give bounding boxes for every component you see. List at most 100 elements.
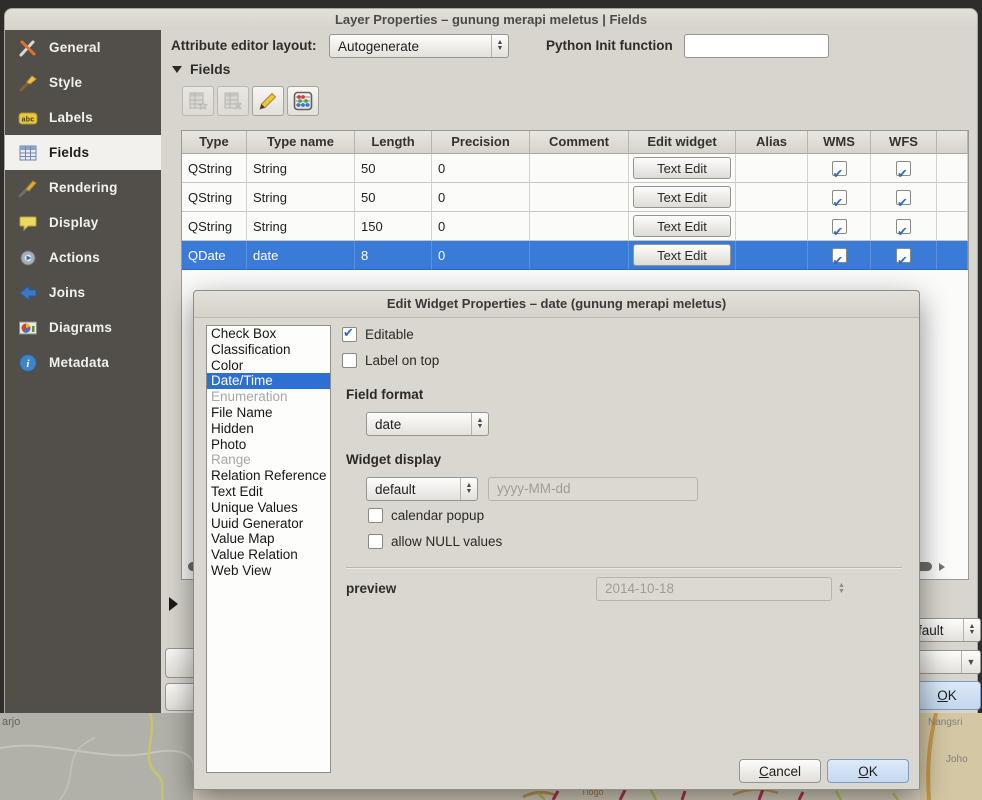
dialog-title: Edit Widget Properties – date (gunung me… <box>387 296 726 311</box>
sidebar-item-diagrams[interactable]: Diagrams <box>5 310 161 345</box>
preview-spinner-arrows-icon: ▲▼ <box>838 578 845 600</box>
widget-type-item[interactable]: Value Map <box>207 531 330 547</box>
widget-type-item[interactable]: Uuid Generator <box>207 516 330 532</box>
cell-length: 50 <box>355 154 432 183</box>
table-row[interactable]: QString String 150 0 Text Edit <box>182 212 968 241</box>
new-column-icon <box>187 90 209 112</box>
sidebar-item-fields[interactable]: Fields <box>5 135 161 170</box>
widget-type-item[interactable]: Check Box <box>207 326 330 342</box>
allow-null-checkbox[interactable] <box>368 534 383 549</box>
sidebar-item-style[interactable]: Style <box>5 65 161 100</box>
edit-widget-button[interactable]: Text Edit <box>633 215 731 237</box>
field-calculator-button[interactable] <box>287 86 319 116</box>
cell-length: 150 <box>355 212 432 241</box>
allow-null-checkbox-row[interactable]: allow NULL values <box>368 534 502 549</box>
map-place-label: arjo <box>2 716 20 728</box>
widget-type-item[interactable]: Classification <box>207 342 330 358</box>
widget-type-item[interactable]: Color <box>207 358 330 374</box>
table-row-selected[interactable]: QDate date 8 0 Text Edit <box>182 241 968 270</box>
sidebar-item-actions[interactable]: Actions <box>5 240 161 275</box>
cell-precision: 0 <box>432 241 530 270</box>
delete-column-button[interactable] <box>217 86 249 116</box>
cell-precision: 0 <box>432 183 530 212</box>
cell-type-name: String <box>247 212 355 241</box>
dialog-titlebar[interactable]: Edit Widget Properties – date (gunung me… <box>194 291 919 318</box>
wfs-checkbox[interactable] <box>896 248 911 263</box>
wms-checkbox[interactable] <box>832 190 847 205</box>
fields-collapse-arrow-icon[interactable] <box>172 66 182 73</box>
window-ok-button[interactable]: OK <box>913 681 981 710</box>
column-header[interactable]: Alias <box>736 131 808 154</box>
diagram-icon <box>18 318 38 338</box>
widget-type-item[interactable]: Relation Reference <box>207 468 330 484</box>
column-header[interactable]: Edit widget <box>629 131 736 154</box>
widget-type-item-selected[interactable]: Date/Time <box>207 373 330 389</box>
widget-display-combo[interactable]: default ▲▼ <box>366 477 478 501</box>
sidebar-item-metadata[interactable]: i Metadata <box>5 345 161 380</box>
editable-checkbox[interactable] <box>342 327 357 342</box>
cell-comment <box>530 183 629 212</box>
column-header[interactable]: WFS <box>871 131 937 154</box>
attribute-editor-layout-label: Attribute editor layout: <box>171 38 317 53</box>
python-init-input[interactable] <box>684 34 829 58</box>
widget-type-item[interactable]: Text Edit <box>207 484 330 500</box>
editable-checkbox-row[interactable]: Editable <box>342 327 414 342</box>
column-header[interactable]: WMS <box>808 131 871 154</box>
sidebar-item-rendering[interactable]: Rendering <box>5 170 161 205</box>
wms-checkbox[interactable] <box>832 248 847 263</box>
widget-type-item[interactable]: Hidden <box>207 421 330 437</box>
table-row[interactable]: QString String 50 0 Text Edit <box>182 183 968 212</box>
widget-type-item[interactable]: Web View <box>207 563 330 579</box>
attribute-editor-layout-combo[interactable]: Autogenerate ▲▼ <box>329 34 509 58</box>
widget-type-list[interactable]: Check Box Classification Color Date/Time… <box>206 325 331 773</box>
cell-alias <box>736 154 808 183</box>
sidebar-item-general[interactable]: General <box>5 30 161 65</box>
widget-type-item[interactable]: File Name <box>207 405 330 421</box>
sidebar-item-label: Joins <box>49 285 85 300</box>
widget-type-item[interactable]: Unique Values <box>207 500 330 516</box>
calendar-popup-checkbox-row[interactable]: calendar popup <box>368 508 484 523</box>
widget-type-item-disabled: Enumeration <box>207 389 330 405</box>
wfs-checkbox[interactable] <box>896 219 911 234</box>
ok-button[interactable]: OK <box>827 759 909 783</box>
column-header[interactable]: Comment <box>530 131 629 154</box>
window-titlebar[interactable]: Layer Properties – gunung merapi meletus… <box>4 8 978 31</box>
group-collapse-arrow-icon[interactable] <box>169 597 178 611</box>
wms-checkbox[interactable] <box>832 219 847 234</box>
partial-combo[interactable]: fault ▲▼ <box>913 618 981 642</box>
map-roads-left <box>0 713 193 800</box>
table-row[interactable]: QString String 50 0 Text Edit <box>182 154 968 183</box>
wfs-checkbox[interactable] <box>896 190 911 205</box>
edit-widget-properties-dialog: Edit Widget Properties – date (gunung me… <box>193 290 920 790</box>
column-header[interactable]: Type <box>182 131 247 154</box>
column-header[interactable]: Length <box>355 131 432 154</box>
partial-dropdown[interactable]: ▼ <box>913 650 981 674</box>
wfs-checkbox[interactable] <box>896 161 911 176</box>
field-format-combo[interactable]: date ▲▼ <box>366 412 489 436</box>
column-header[interactable]: Precision <box>432 131 530 154</box>
widget-type-item[interactable]: Photo <box>207 437 330 453</box>
map-region-right: Nangsri Joho <box>920 713 982 800</box>
wms-checkbox[interactable] <box>832 161 847 176</box>
sidebar-item-joins[interactable]: Joins <box>5 275 161 310</box>
edit-widget-button[interactable]: Text Edit <box>633 186 731 208</box>
cell-type: QString <box>182 183 247 212</box>
edit-widget-button[interactable]: Text Edit <box>633 157 731 179</box>
sidebar-item-display[interactable]: Display <box>5 205 161 240</box>
cell-alias <box>736 241 808 270</box>
cancel-button[interactable]: Cancel <box>739 759 821 783</box>
python-init-label: Python Init function <box>546 38 673 53</box>
scrollbar-arrow-icon[interactable] <box>939 563 945 571</box>
abacus-icon <box>292 90 314 112</box>
toggle-editing-button[interactable] <box>252 86 284 116</box>
edit-widget-button[interactable]: Text Edit <box>633 244 731 266</box>
label-on-top-checkbox[interactable] <box>342 353 357 368</box>
calendar-popup-checkbox[interactable] <box>368 508 383 523</box>
cell-length: 8 <box>355 241 432 270</box>
sidebar-item-labels[interactable]: abc Labels <box>5 100 161 135</box>
table-header-row: Type Type name Length Precision Comment … <box>182 131 968 154</box>
new-column-button[interactable] <box>182 86 214 116</box>
label-on-top-checkbox-row[interactable]: Label on top <box>342 353 439 368</box>
widget-type-item[interactable]: Value Relation <box>207 547 330 563</box>
column-header[interactable]: Type name <box>247 131 355 154</box>
